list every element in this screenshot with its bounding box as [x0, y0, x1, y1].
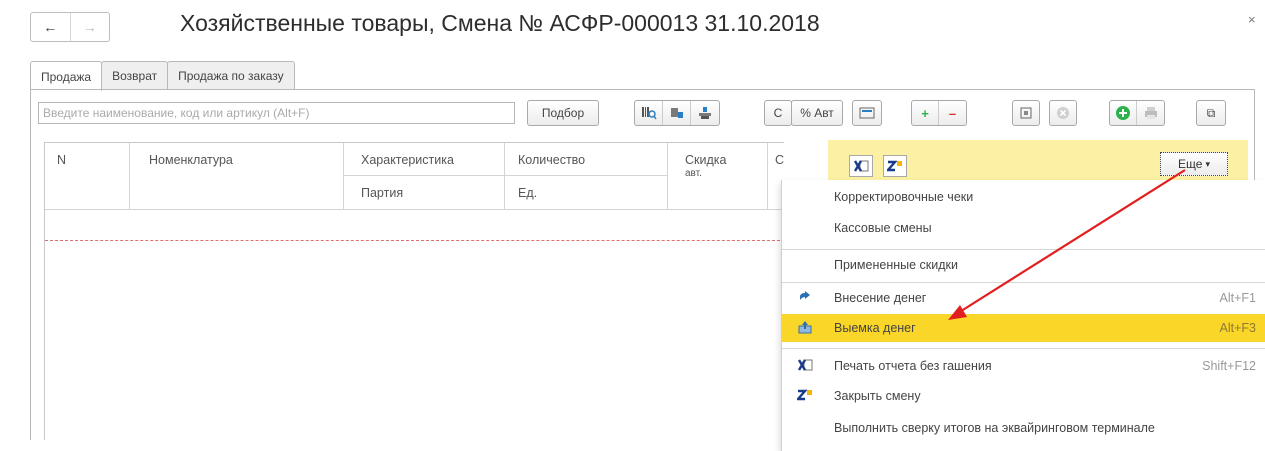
annotation-arrow — [948, 169, 1186, 320]
